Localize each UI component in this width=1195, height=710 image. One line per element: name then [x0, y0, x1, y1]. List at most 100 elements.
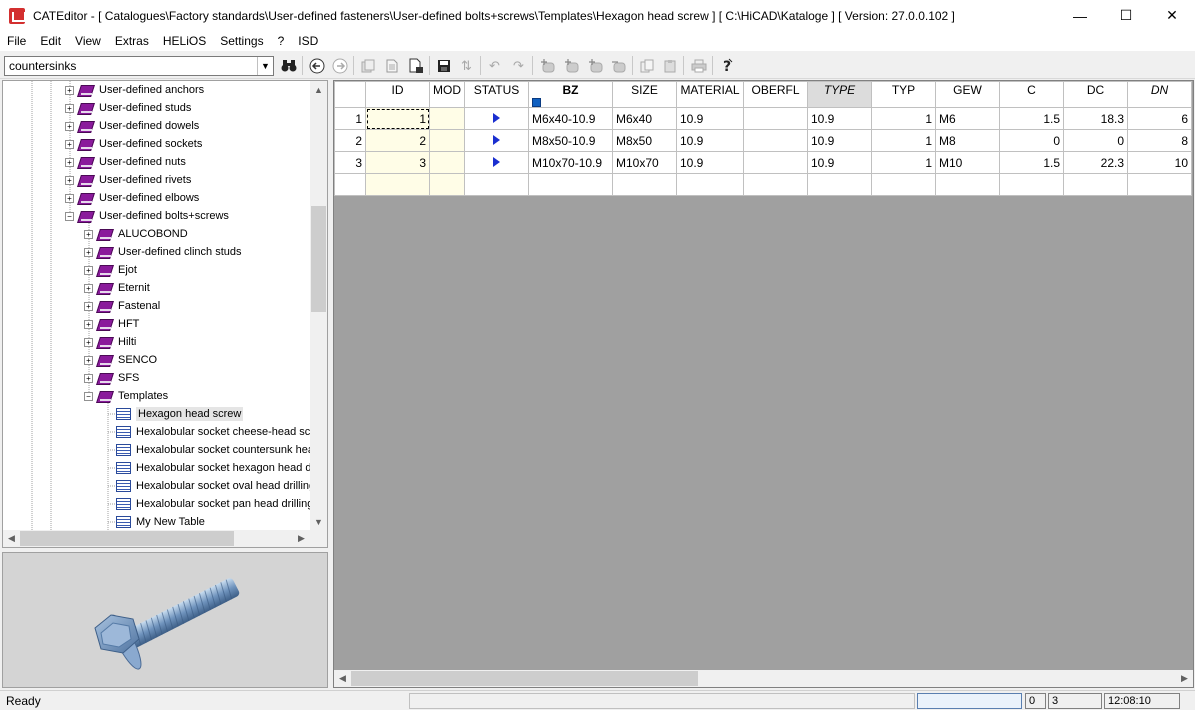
tree-item[interactable]: Hexalobular socket oval head drilling [103, 477, 315, 495]
redo-icon[interactable]: ↷ [508, 55, 529, 76]
expand-icon[interactable]: + [65, 121, 74, 131]
cell-gew[interactable]: M8 [935, 129, 1000, 152]
copy-icon[interactable] [636, 55, 657, 76]
cell-gew[interactable]: M10 [935, 151, 1000, 174]
tree-item[interactable]: Hexalobular socket cheese-head screw [103, 423, 327, 441]
tree-item[interactable]: + User-defined clinch studs [84, 243, 242, 261]
cell-dc[interactable]: 0 [1063, 129, 1128, 152]
collapse-icon[interactable]: − [65, 211, 74, 221]
cell-typ[interactable] [871, 173, 936, 196]
expand-icon[interactable]: + [84, 337, 93, 347]
cell-material[interactable]: 10.9 [676, 107, 744, 130]
cell-typ[interactable]: 1 [871, 151, 936, 174]
expand-icon[interactable]: + [65, 103, 74, 113]
save-icon[interactable] [433, 55, 454, 76]
tree-scroll-thumb[interactable] [311, 206, 326, 312]
cell-c[interactable] [999, 173, 1064, 196]
expand-icon[interactable]: + [65, 157, 74, 167]
cell-dc[interactable]: 18.3 [1063, 107, 1128, 130]
grid-horizontal-scrollbar[interactable]: ◀ ▶ [334, 670, 1193, 687]
cell-dc[interactable]: 22.3 [1063, 151, 1128, 174]
row-number[interactable] [334, 173, 366, 196]
cell-size[interactable]: M6x40 [612, 107, 677, 130]
tree-item[interactable]: + User-defined rivets [65, 171, 191, 189]
sort-icon[interactable]: ⇅ [456, 55, 477, 76]
cell-id[interactable]: 1 [365, 107, 430, 130]
tree-item[interactable]: + HFT [84, 315, 139, 333]
tree-item[interactable]: Hexagon head screw [103, 405, 244, 423]
maximize-button[interactable]: ☐ [1103, 0, 1149, 31]
new-table-icon[interactable] [405, 55, 426, 76]
menu-extras[interactable]: Extras [108, 31, 156, 51]
tree-item[interactable]: + Hilti [84, 333, 136, 351]
cell-size[interactable] [612, 173, 677, 196]
expand-icon[interactable]: + [84, 283, 93, 293]
cell-gew[interactable]: M6 [935, 107, 1000, 130]
column-header-dn[interactable]: DN [1127, 81, 1192, 108]
expand-icon[interactable]: + [84, 247, 93, 257]
help-icon[interactable]: ? [716, 55, 737, 76]
column-header-typ[interactable]: TYP [871, 81, 936, 108]
catalogue-tree[interactable]: + User-defined anchors + User-defined studs… [2, 80, 328, 548]
tree-item[interactable]: + Eternit [84, 279, 150, 297]
cell-oberfl[interactable] [743, 129, 808, 152]
cell-type[interactable]: 10.9 [807, 107, 872, 130]
cell-c[interactable]: 0 [999, 129, 1064, 152]
scroll-down-icon[interactable]: ▼ [310, 513, 327, 530]
cell-bz[interactable] [528, 173, 613, 196]
column-header-oberfl[interactable]: OBERFL [743, 81, 808, 108]
cell-dn[interactable]: 10 [1127, 151, 1192, 174]
cell-id[interactable]: 2 [365, 129, 430, 152]
back-arrow-icon[interactable] [306, 55, 327, 76]
expand-icon[interactable]: + [84, 355, 93, 365]
cell-bz[interactable]: M10x70-10.9 [528, 151, 613, 174]
tree-item[interactable]: + User-defined anchors [65, 81, 204, 99]
column-header-size[interactable]: SIZE [612, 81, 677, 108]
table-row[interactable]: 2 2 M8x50-10.9 M8x50 10.9 10.9 1 M8 0 0 8 [334, 129, 1192, 152]
tree-item[interactable]: + User-defined elbows [65, 189, 199, 207]
search-combobox[interactable]: ▼ [4, 56, 274, 76]
cell-id[interactable] [365, 173, 430, 196]
cell-status[interactable] [464, 151, 529, 174]
cell-bz[interactable]: M6x40-10.9 [528, 107, 613, 130]
scroll-up-icon[interactable]: ▲ [310, 81, 327, 98]
cell-material[interactable] [676, 173, 744, 196]
print-icon[interactable] [688, 55, 709, 76]
cell-mod[interactable] [429, 107, 465, 130]
grid-hscroll-thumb[interactable] [351, 671, 698, 686]
table-row[interactable]: 1 1 M6x40-10.9 M6x40 10.9 10.9 1 M6 1.5 18.3 6 [334, 107, 1192, 130]
expand-icon[interactable]: + [65, 175, 74, 185]
column-header-gew[interactable]: GEW [935, 81, 1000, 108]
tree-item[interactable]: + Fastenal [84, 297, 160, 315]
tree-item[interactable]: My New Table [103, 513, 205, 531]
cell-mod[interactable] [429, 173, 465, 196]
column-header-type[interactable]: TYPE [807, 81, 872, 108]
menu-settings[interactable]: Settings [213, 31, 270, 51]
expand-icon[interactable]: + [65, 193, 74, 203]
cell-dn[interactable]: 6 [1127, 107, 1192, 130]
scroll-right-icon[interactable]: ▶ [1176, 670, 1193, 687]
cell-type[interactable]: 10.9 [807, 151, 872, 174]
row-number[interactable]: 3 [334, 151, 366, 174]
menu-helios[interactable]: HELiOS [156, 31, 213, 51]
forward-arrow-icon[interactable] [329, 55, 350, 76]
paste-icon[interactable] [659, 55, 680, 76]
cell-material[interactable]: 10.9 [676, 129, 744, 152]
collapse-icon[interactable]: − [84, 391, 93, 401]
cell-type[interactable] [807, 173, 872, 196]
cell-oberfl[interactable] [743, 173, 808, 196]
cell-mod[interactable] [429, 129, 465, 152]
column-header-mod[interactable]: MOD [429, 81, 465, 108]
cell-status[interactable] [464, 129, 529, 152]
cell-mod[interactable] [429, 151, 465, 174]
cell-gew[interactable] [935, 173, 1000, 196]
cell-c[interactable]: 1.5 [999, 151, 1064, 174]
delete-row-icon[interactable] [608, 55, 629, 76]
column-header-c[interactable]: C [999, 81, 1064, 108]
cell-dn[interactable] [1127, 173, 1192, 196]
cell-oberfl[interactable] [743, 151, 808, 174]
cell-typ[interactable]: 1 [871, 107, 936, 130]
tree-item[interactable]: + Ejot [84, 261, 137, 279]
binoculars-icon[interactable] [278, 55, 299, 76]
row-number[interactable]: 2 [334, 129, 366, 152]
